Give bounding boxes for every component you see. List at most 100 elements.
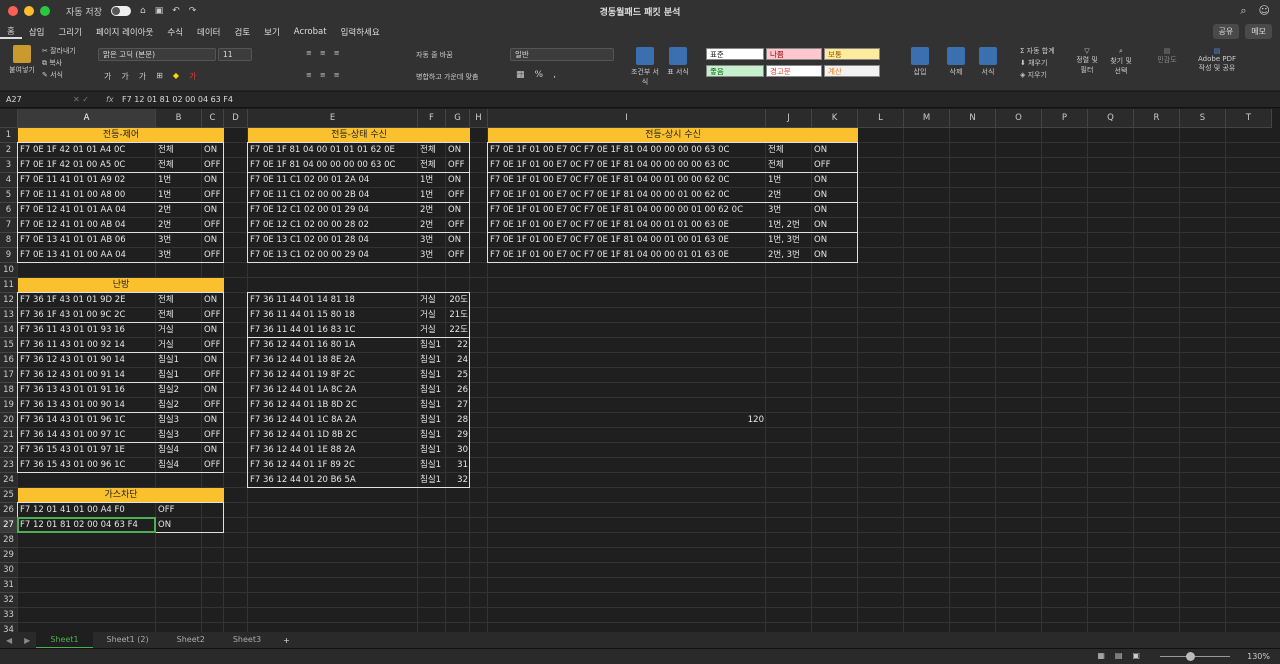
column-header[interactable]: O (996, 109, 1042, 128)
row-header[interactable]: 10 (0, 263, 18, 278)
row-header[interactable]: 1 (0, 128, 18, 143)
column-header[interactable]: I (488, 109, 766, 128)
add-sheet-icon[interactable]: + (275, 636, 298, 645)
column-header[interactable]: B (156, 109, 202, 128)
autosum-button[interactable]: Σ 자동 합계 (1020, 45, 1055, 57)
account-icon[interactable]: ☺ (1259, 4, 1270, 18)
column-header[interactable]: T (1226, 109, 1272, 128)
style-calc[interactable]: 계산 (824, 65, 880, 77)
delete-cells-button[interactable]: 삭제 (942, 47, 970, 77)
name-box[interactable]: A27 (0, 95, 56, 104)
header-light-always[interactable]: 전등-상시 수신 (488, 128, 858, 143)
row-header[interactable]: 20 (0, 413, 18, 428)
row-header[interactable]: 16 (0, 353, 18, 368)
row-header[interactable]: 13 (0, 308, 18, 323)
align-left-icon[interactable]: ≡ (306, 71, 312, 79)
ribbon-tab-3[interactable]: 페이지 레이아웃 (89, 26, 160, 38)
column-header[interactable]: S (1180, 109, 1226, 128)
column-header[interactable]: D (224, 109, 248, 128)
zoom-slider[interactable] (1160, 656, 1230, 657)
row-header[interactable]: 9 (0, 248, 18, 263)
format-painter-button[interactable]: ✎ 서식 (42, 69, 76, 81)
header-light-control[interactable]: 전등-제어 (18, 128, 224, 143)
insert-cells-button[interactable]: 삽입 (906, 47, 934, 77)
fill-color-button[interactable]: ◆ (173, 71, 179, 82)
row-header[interactable]: 4 (0, 173, 18, 188)
column-header[interactable]: R (1134, 109, 1180, 128)
comma-icon[interactable]: , (553, 70, 556, 80)
align-top-icon[interactable]: ≡ (306, 49, 312, 57)
row-header[interactable]: 34 (0, 623, 18, 632)
column-header[interactable]: N (950, 109, 996, 128)
clear-button[interactable]: ◈ 지우기 (1020, 69, 1055, 81)
row-header[interactable]: 11 (0, 278, 18, 293)
row-header[interactable]: 3 (0, 158, 18, 173)
sheet-tab[interactable]: Sheet1 (36, 632, 93, 648)
sheet-tab[interactable]: Sheet3 (219, 632, 275, 648)
find-select-button[interactable]: ⌕ 찾기 및 선택 (1106, 47, 1136, 76)
column-header[interactable]: E (248, 109, 418, 128)
row-header[interactable]: 6 (0, 203, 18, 218)
style-neutral[interactable]: 보통 (824, 48, 880, 60)
currency-icon[interactable]: ▦ (516, 70, 525, 80)
ribbon-tab-5[interactable]: 데이터 (190, 26, 227, 38)
row-header[interactable]: 23 (0, 458, 18, 473)
row-header[interactable]: 29 (0, 548, 18, 563)
prev-sheet-icon[interactable]: ◀ (0, 636, 18, 645)
number-format-select[interactable]: 일반 (510, 48, 614, 61)
tell-me-input[interactable]: 입력하세요 (334, 26, 387, 38)
column-header[interactable]: M (904, 109, 950, 128)
row-header[interactable]: 33 (0, 608, 18, 623)
column-header[interactable]: A (18, 109, 156, 128)
row-header[interactable]: 7 (0, 218, 18, 233)
header-heating[interactable]: 난방 (18, 278, 224, 293)
column-header[interactable]: Q (1088, 109, 1134, 128)
ribbon-tab-2[interactable]: 그리기 (51, 26, 88, 38)
autosave-toggle[interactable] (110, 6, 131, 16)
header-gas[interactable]: 가스차단 (18, 488, 224, 503)
row-header[interactable]: 26 (0, 503, 18, 518)
column-header[interactable]: J (766, 109, 812, 128)
copy-button[interactable]: ⧉ 복사 (42, 57, 76, 69)
column-header[interactable]: K (812, 109, 858, 128)
close-window-button[interactable] (8, 6, 18, 16)
align-bottom-icon[interactable]: ≡ (334, 49, 340, 57)
font-name-select[interactable]: 맑은 고딕 (본문) (98, 48, 216, 61)
row-header[interactable]: 8 (0, 233, 18, 248)
style-good[interactable]: 좋음 (706, 65, 764, 77)
conditional-format-button[interactable]: 조건부 서식 (630, 47, 660, 87)
save-icon[interactable]: ▣ (155, 6, 164, 16)
column-header[interactable]: L (858, 109, 904, 128)
row-header[interactable]: 22 (0, 443, 18, 458)
format-as-table-button[interactable]: 표 서식 (664, 47, 692, 77)
column-header[interactable]: H (470, 109, 488, 128)
row-header[interactable]: 15 (0, 338, 18, 353)
align-middle-icon[interactable]: ≡ (320, 49, 326, 57)
worksheet-grid[interactable]: A B C D E F G H I J K L M N O P Q R S T 1 2 3 4 5 6 7 8 9 10 11 12 13 14 1… (0, 109, 1280, 632)
column-header[interactable]: P (1042, 109, 1088, 128)
minimize-window-button[interactable] (24, 6, 34, 16)
align-center-icon[interactable]: ≡ (320, 71, 326, 79)
redo-icon[interactable]: ↷ (189, 6, 197, 16)
zoom-slider-thumb[interactable] (1186, 652, 1195, 661)
paste-button[interactable]: 붙여넣기 (8, 45, 36, 75)
row-header[interactable]: 2 (0, 143, 18, 158)
fill-button[interactable]: ⬇ 채우기 (1020, 57, 1055, 69)
row-header[interactable]: 17 (0, 368, 18, 383)
merge-center-button[interactable]: 병합하고 가운데 맞춤 (416, 72, 478, 82)
row-header[interactable]: 19 (0, 398, 18, 413)
format-cells-button[interactable]: 서식 (974, 47, 1002, 77)
row-header[interactable]: 24 (0, 473, 18, 488)
zoom-window-button[interactable] (40, 6, 50, 16)
ribbon-tab-7[interactable]: 보기 (257, 26, 287, 38)
row-header[interactable]: 18 (0, 383, 18, 398)
row-header[interactable]: 5 (0, 188, 18, 203)
underline-button[interactable]: 가 (139, 71, 146, 82)
ribbon-tab-6[interactable]: 검토 (228, 26, 258, 38)
cell[interactable]: 120 (488, 413, 764, 428)
view-mode-icons[interactable]: ▦▤▣ (1097, 651, 1150, 660)
cut-button[interactable]: ✂ 잘라내기 (42, 45, 76, 57)
row-header[interactable]: 27 (0, 518, 18, 533)
column-header[interactable]: C (202, 109, 224, 128)
bold-button[interactable]: 가 (104, 71, 111, 82)
